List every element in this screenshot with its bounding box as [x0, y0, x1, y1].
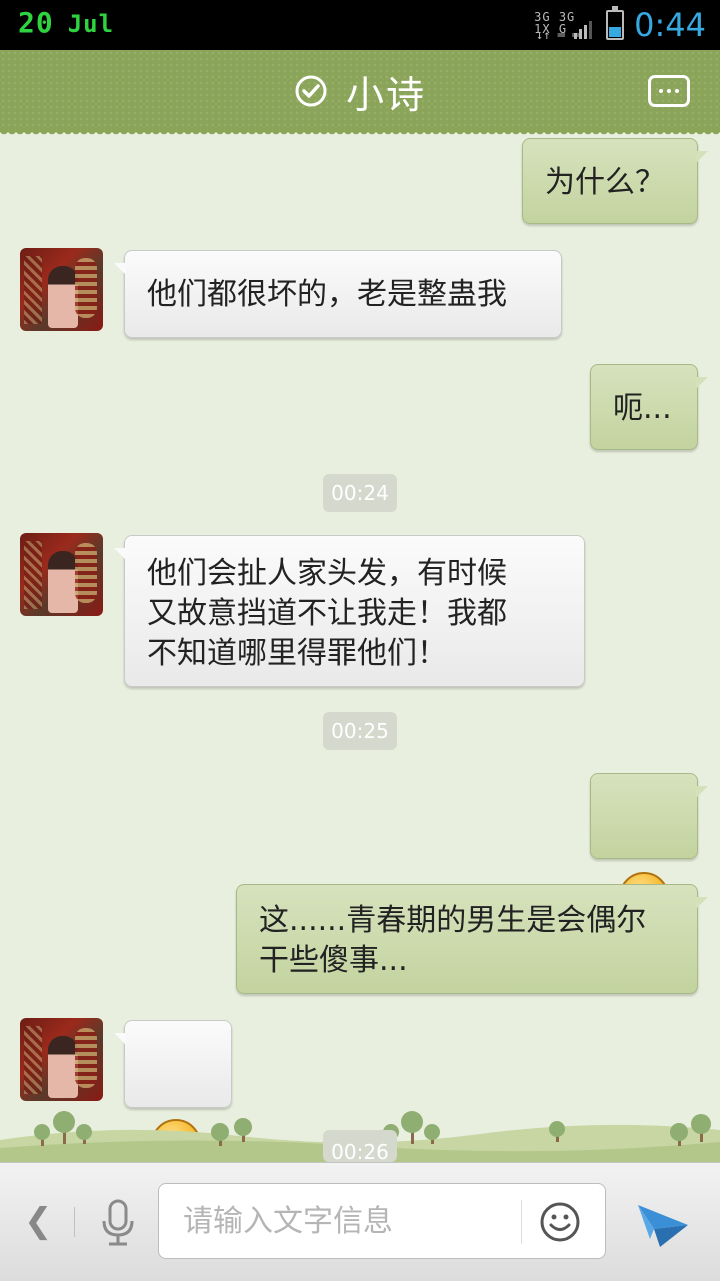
send-icon[interactable]: [636, 1199, 690, 1249]
message-input-box[interactable]: [158, 1183, 606, 1259]
message-text: 呃...: [613, 391, 672, 426]
status-time: 0:44: [634, 6, 706, 44]
input-bar: ❮: [0, 1162, 720, 1281]
chevron-left-icon[interactable]: ❮: [24, 1201, 53, 1241]
message-bubble-outgoing[interactable]: 呃...: [590, 364, 708, 450]
status-month: Jul: [67, 10, 115, 38]
message-bubble-incoming[interactable]: 他们会扯人家头发，有时候 又故意挡道不让我走！我都 不知道哪里得罪他们！: [114, 535, 585, 687]
message-timestamp: 00:26: [331, 1140, 389, 1164]
emoji-icon[interactable]: [539, 1201, 581, 1243]
status-date: 20 Jul: [18, 6, 114, 39]
status-icons: 3G 3G 1X G ↓↑ ═ ═ 0:44: [534, 4, 706, 46]
message-text: 他们都很坏的，老是整蛊我: [147, 277, 507, 312]
svg-text:↓↑ ═ ═: ↓↑ ═ ═: [536, 28, 580, 41]
contact-avatar[interactable]: [20, 533, 103, 616]
message-timestamp: 00:25: [323, 712, 397, 750]
message-bubble-incoming[interactable]: 他们都很坏的，老是整蛊我: [114, 250, 562, 338]
contact-avatar[interactable]: [20, 1018, 103, 1101]
divider: [521, 1200, 522, 1244]
microphone-icon[interactable]: [98, 1199, 138, 1247]
online-check-icon: [295, 75, 327, 107]
status-bar: 20 Jul 3G 3G 1X G ↓↑ ═ ═ 0:44: [0, 0, 720, 50]
chat-header: 小诗: [0, 50, 720, 138]
message-bubble-outgoing[interactable]: 这......青春期的男生是会偶尔 干些傻事...: [236, 884, 708, 994]
contact-avatar[interactable]: [20, 248, 103, 331]
status-day: 20: [18, 6, 54, 39]
message-list[interactable]: 为什么？ 他们都很坏的，老是整蛊我 呃... 00:24 他们会扯人家头发，有时…: [0, 132, 720, 1162]
message-text: 这......青春期的男生是会偶尔 干些傻事...: [259, 903, 647, 978]
message-text: 为什么？: [545, 165, 665, 200]
divider: [74, 1207, 75, 1237]
battery-icon: [606, 6, 625, 40]
message-text: 他们会扯人家头发，有时候 又故意挡道不让我走！我都 不知道哪里得罪他们！: [147, 556, 507, 671]
message-bubble-outgoing[interactable]: [590, 773, 708, 922]
message-timestamp: 00:24: [323, 474, 397, 512]
more-options-button[interactable]: [648, 75, 690, 107]
message-bubble-outgoing[interactable]: 为什么？: [522, 138, 708, 224]
network-signal-icon: 3G 3G 1X G ↓↑ ═ ═: [534, 9, 596, 41]
contact-name: 小诗: [345, 72, 426, 117]
message-input[interactable]: [181, 1200, 505, 1242]
message-bubble-incoming[interactable]: [114, 1020, 232, 1162]
